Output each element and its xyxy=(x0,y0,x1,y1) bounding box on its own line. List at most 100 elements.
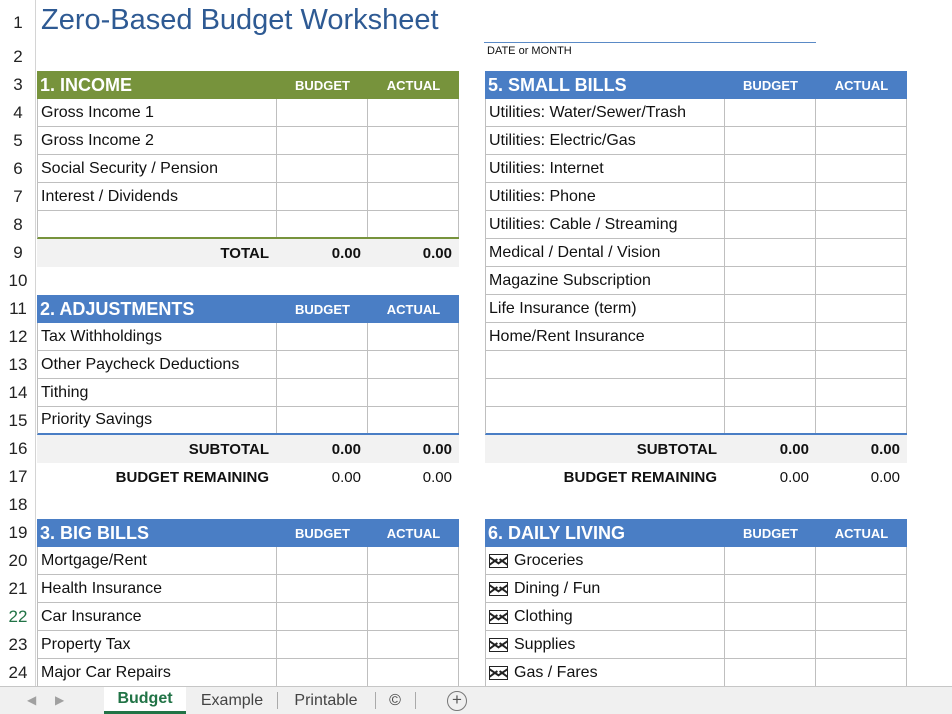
daily-living-item-actual-cell[interactable] xyxy=(816,631,907,658)
row-header-4[interactable]: 4 xyxy=(0,99,36,127)
row-header-3[interactable]: 3 xyxy=(0,71,36,99)
income-item-budget-cell[interactable] xyxy=(277,155,369,182)
big-bill-item-budget-cell[interactable] xyxy=(277,547,369,574)
small-bill-item-budget-cell[interactable] xyxy=(725,407,817,433)
big-bill-item-actual-cell[interactable] xyxy=(368,603,459,630)
row-header-2[interactable]: 2 xyxy=(0,43,36,71)
small-bill-item-actual-cell[interactable] xyxy=(816,351,907,378)
small-bill-item-label-cell[interactable] xyxy=(486,407,726,433)
small-bill-item-budget-cell[interactable] xyxy=(725,155,817,182)
row-header-21[interactable]: 21 xyxy=(0,575,36,603)
row-header-20[interactable]: 20 xyxy=(0,547,36,575)
small-bill-item-actual-cell[interactable] xyxy=(816,99,907,126)
row-header-11[interactable]: 11 xyxy=(0,295,36,323)
row-header-19[interactable]: 19 xyxy=(0,519,36,547)
row-header-1[interactable]: 1 xyxy=(0,0,36,43)
tab-budget[interactable]: Budget xyxy=(104,687,186,714)
row-header-23[interactable]: 23 xyxy=(0,631,36,659)
small-bill-item-budget-cell[interactable] xyxy=(725,379,817,406)
row-header-6[interactable]: 6 xyxy=(0,155,36,183)
row-header-9[interactable]: 9 xyxy=(0,239,36,267)
small-bill-item-actual-cell[interactable] xyxy=(816,155,907,182)
big-bill-item-actual-cell[interactable] xyxy=(368,659,459,686)
small-bill-item-budget-cell[interactable] xyxy=(725,211,817,238)
income-item-label-cell[interactable]: Gross Income 1 xyxy=(38,99,278,126)
small-bill-item-label-cell[interactable]: Utilities: Phone xyxy=(486,183,726,210)
adjustment-item-label-cell[interactable]: Tax Withholdings xyxy=(38,323,278,350)
adjustments-remaining-actual[interactable]: 0.00 xyxy=(368,469,459,486)
daily-living-item-label-cell[interactable]: Clothing xyxy=(486,603,726,630)
income-item-label-cell[interactable]: Social Security / Pension xyxy=(38,155,278,182)
adjustments-subtotal-actual[interactable]: 0.00 xyxy=(368,441,459,458)
small-bill-item-actual-cell[interactable] xyxy=(816,127,907,154)
small-bill-item-actual-cell[interactable] xyxy=(816,267,907,294)
small-bill-item-budget-cell[interactable] xyxy=(725,183,817,210)
small-bill-item-actual-cell[interactable] xyxy=(816,379,907,406)
small-bill-item-budget-cell[interactable] xyxy=(725,127,817,154)
big-bill-item-budget-cell[interactable] xyxy=(277,631,369,658)
tab-copyright[interactable]: © xyxy=(378,687,412,714)
row-header-13[interactable]: 13 xyxy=(0,351,36,379)
big-bill-item-budget-cell[interactable] xyxy=(277,659,369,686)
small-bill-item-budget-cell[interactable] xyxy=(725,323,817,350)
big-bill-item-label-cell[interactable]: Major Car Repairs xyxy=(38,659,278,686)
income-item-actual-cell[interactable] xyxy=(368,127,459,154)
small-bill-item-budget-cell[interactable] xyxy=(725,267,817,294)
daily-living-item-budget-cell[interactable] xyxy=(725,575,817,602)
small-bill-item-actual-cell[interactable] xyxy=(816,183,907,210)
income-item-label-cell[interactable]: Gross Income 2 xyxy=(38,127,278,154)
row-header-8[interactable]: 8 xyxy=(0,211,36,239)
income-item-budget-cell[interactable] xyxy=(277,183,369,210)
row-header-16[interactable]: 16 xyxy=(0,435,36,463)
adjustment-item-label-cell[interactable]: Priority Savings xyxy=(38,407,278,433)
small-bill-item-label-cell[interactable]: Utilities: Water/Sewer/Trash xyxy=(486,99,726,126)
daily-living-item-actual-cell[interactable] xyxy=(816,575,907,602)
income-item-label-cell[interactable]: Interest / Dividends xyxy=(38,183,278,210)
small-bill-item-actual-cell[interactable] xyxy=(816,323,907,350)
daily-living-item-label-cell[interactable]: Groceries xyxy=(486,547,726,574)
adjustment-item-budget-cell[interactable] xyxy=(277,323,369,350)
adjustments-remaining-budget[interactable]: 0.00 xyxy=(277,469,368,486)
add-sheet-icon[interactable]: + xyxy=(447,691,467,711)
income-total-budget[interactable]: 0.00 xyxy=(277,245,368,262)
income-total-actual[interactable]: 0.00 xyxy=(368,245,459,262)
small-bill-item-label-cell[interactable]: Life Insurance (term) xyxy=(486,295,726,322)
income-item-budget-cell[interactable] xyxy=(277,99,369,126)
small-bill-item-label-cell[interactable]: Utilities: Cable / Streaming xyxy=(486,211,726,238)
income-item-budget-cell[interactable] xyxy=(277,127,369,154)
small-bill-item-budget-cell[interactable] xyxy=(725,239,817,266)
big-bill-item-label-cell[interactable]: Mortgage/Rent xyxy=(38,547,278,574)
daily-living-item-budget-cell[interactable] xyxy=(725,603,817,630)
adjustment-item-label-cell[interactable]: Other Paycheck Deductions xyxy=(38,351,278,378)
adjustments-subtotal-budget[interactable]: 0.00 xyxy=(277,441,368,458)
row-header-5[interactable]: 5 xyxy=(0,127,36,155)
daily-living-item-actual-cell[interactable] xyxy=(816,603,907,630)
small-bills-subtotal-budget[interactable]: 0.00 xyxy=(725,441,816,458)
small-bill-item-label-cell[interactable]: Utilities: Internet xyxy=(486,155,726,182)
row-header-18[interactable]: 18 xyxy=(0,491,36,519)
big-bill-item-budget-cell[interactable] xyxy=(277,575,369,602)
big-bill-item-label-cell[interactable]: Car Insurance xyxy=(38,603,278,630)
small-bill-item-budget-cell[interactable] xyxy=(725,99,817,126)
daily-living-item-actual-cell[interactable] xyxy=(816,547,907,574)
small-bills-subtotal-actual[interactable]: 0.00 xyxy=(816,441,907,458)
income-item-actual-cell[interactable] xyxy=(368,183,459,210)
row-header-10[interactable]: 10 xyxy=(0,267,36,295)
small-bills-remaining-budget[interactable]: 0.00 xyxy=(725,469,816,486)
big-bill-item-actual-cell[interactable] xyxy=(368,631,459,658)
daily-living-item-budget-cell[interactable] xyxy=(725,547,817,574)
big-bill-item-label-cell[interactable]: Health Insurance xyxy=(38,575,278,602)
scroll-tabs-right-icon[interactable]: ▶ xyxy=(55,693,64,707)
small-bill-item-actual-cell[interactable] xyxy=(816,211,907,238)
small-bill-item-label-cell[interactable]: Medical / Dental / Vision xyxy=(486,239,726,266)
small-bill-item-label-cell[interactable] xyxy=(486,379,726,406)
adjustment-item-budget-cell[interactable] xyxy=(277,379,369,406)
small-bill-item-label-cell[interactable]: Magazine Subscription xyxy=(486,267,726,294)
small-bill-item-actual-cell[interactable] xyxy=(816,239,907,266)
adjustment-item-label-cell[interactable]: Tithing xyxy=(38,379,278,406)
row-header-15[interactable]: 15 xyxy=(0,407,36,435)
row-header-22[interactable]: 22 xyxy=(0,603,36,631)
row-header-7[interactable]: 7 xyxy=(0,183,36,211)
daily-living-item-label-cell[interactable]: Supplies xyxy=(486,631,726,658)
adjustment-item-actual-cell[interactable] xyxy=(368,379,459,406)
